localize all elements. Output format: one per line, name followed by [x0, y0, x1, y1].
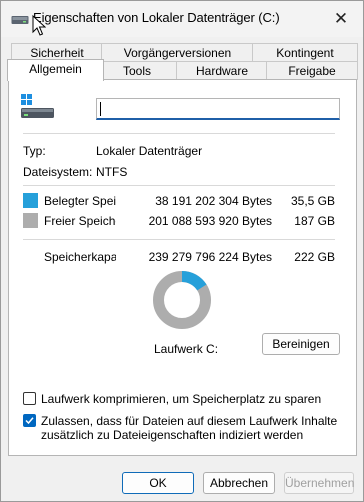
type-value: Lokaler Datenträger [96, 144, 203, 158]
cleanup-button[interactable]: Bereinigen [262, 333, 340, 355]
checkmark-icon [25, 417, 34, 425]
compress-label: Laufwerk komprimieren, um Speicherplatz … [41, 392, 322, 406]
filesystem-label: Dateisystem: [23, 165, 93, 179]
tab-hardware[interactable]: Hardware [176, 61, 268, 80]
drive-name-input[interactable] [96, 98, 340, 120]
used-space-label: Belegter Speicherplatz: [44, 194, 116, 208]
index-checkbox[interactable] [23, 414, 36, 427]
tab-vorgaengerversionen[interactable]: Vorgängerversionen [101, 43, 254, 62]
properties-dialog: Eigenschaften von Lokaler Datenträger (C… [0, 0, 364, 502]
index-label-line2: zusätzlich zu Dateieigenschaften indizie… [41, 428, 304, 442]
drive-icon [11, 16, 29, 24]
used-space-swatch [23, 193, 38, 208]
free-space-label: Freier Speicherplatz: [44, 214, 116, 228]
ok-button[interactable]: OK [122, 472, 194, 494]
separator [23, 185, 335, 186]
title-bar[interactable]: Eigenschaften von Lokaler Datenträger (C… [1, 1, 363, 37]
tab-tools[interactable]: Tools [96, 61, 178, 80]
cancel-button[interactable]: Abbrechen [203, 472, 275, 494]
usage-donut-chart [153, 271, 211, 329]
apply-button[interactable]: Übernehmen [284, 472, 354, 494]
capacity-label: Speicherkapazität: [44, 250, 116, 264]
tab-freigabe[interactable]: Freigabe [266, 61, 358, 80]
compress-checkbox[interactable] [23, 392, 36, 405]
window-title: Eigenschaften von Lokaler Datenträger (C… [33, 10, 280, 25]
index-label-line1: Zulassen, dass für Dateien auf diesem La… [41, 414, 338, 428]
close-icon[interactable]: ✕ [329, 7, 353, 31]
separator [23, 133, 335, 134]
separator [23, 239, 335, 240]
drive-icon [21, 94, 54, 118]
tab-allgemein[interactable]: Allgemein [7, 59, 104, 81]
capacity-bytes: 239 279 796 224 Bytes [148, 250, 272, 264]
mouse-cursor-icon [32, 15, 46, 36]
tab-kontingent[interactable]: Kontingent [252, 43, 358, 62]
free-space-size: 187 GB [294, 214, 335, 228]
free-space-bytes: 201 088 593 920 Bytes [148, 214, 272, 228]
filesystem-value: NTFS [96, 165, 128, 179]
drive-letter-label: Laufwerk C: [154, 342, 219, 356]
text-caret [100, 102, 101, 116]
used-space-bytes: 38 191 202 304 Bytes [155, 194, 272, 208]
free-space-swatch [23, 213, 38, 228]
capacity-size: 222 GB [294, 250, 335, 264]
used-space-size: 35,5 GB [290, 194, 335, 208]
type-label: Typ: [23, 144, 46, 158]
